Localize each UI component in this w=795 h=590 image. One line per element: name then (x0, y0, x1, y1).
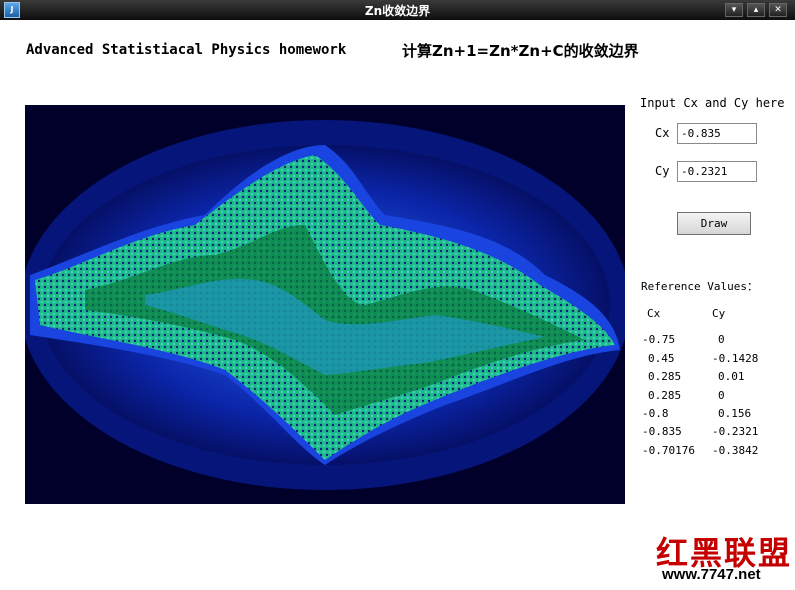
cy-label: Cy (655, 164, 670, 178)
ref-row-cx: -0.8 (642, 407, 669, 420)
input-prompt: Input Cx and Cy here (640, 96, 785, 110)
ref-row-cy: 0.01 (718, 370, 745, 383)
cy-input[interactable]: -0.2321 (677, 161, 757, 182)
page-title: Advanced Statistiacal Physics homework (26, 42, 347, 58)
ref-row-cy: -0.3842 (712, 444, 759, 457)
ref-row-cy: 0.156 (718, 407, 752, 420)
formula-title: 计算Zn+1=Zn*Zn+C的收敛边界 (402, 42, 639, 60)
fractal-canvas (25, 105, 625, 504)
reference-title: Reference Values： (641, 280, 758, 293)
cx-input[interactable]: -0.835 (677, 123, 757, 144)
cx-label: Cx (655, 126, 670, 140)
close-button[interactable]: ✕ (769, 3, 787, 17)
minimize-button[interactable]: ▾ (725, 3, 743, 17)
ref-row-cy: 0 (718, 333, 725, 346)
ref-row-cx: -0.835 (642, 425, 682, 438)
draw-button[interactable]: Draw (677, 212, 751, 235)
watermark-url: www.7747.net (662, 566, 761, 583)
ref-row-cy: -0.2321 (712, 425, 759, 438)
maximize-button[interactable]: ▴ (747, 3, 765, 17)
window-title: Zn收敛边界 (364, 4, 431, 18)
ref-row-cx: -0.75 (642, 333, 676, 346)
ref-row-cx: 0.285 (648, 370, 682, 383)
ref-header-cx: Cx (647, 307, 661, 320)
ref-row-cy: 0 (718, 389, 725, 402)
ref-row-cx: -0.70176 (642, 444, 695, 457)
title-bar: J Zn收敛边界 ▾ ▴ ✕ (0, 0, 795, 20)
ref-row-cx: 0.45 (648, 352, 675, 365)
ref-header-cy: Cy (712, 307, 726, 320)
ref-row-cx: 0.285 (648, 389, 682, 402)
ref-row-cy: -0.1428 (712, 352, 759, 365)
